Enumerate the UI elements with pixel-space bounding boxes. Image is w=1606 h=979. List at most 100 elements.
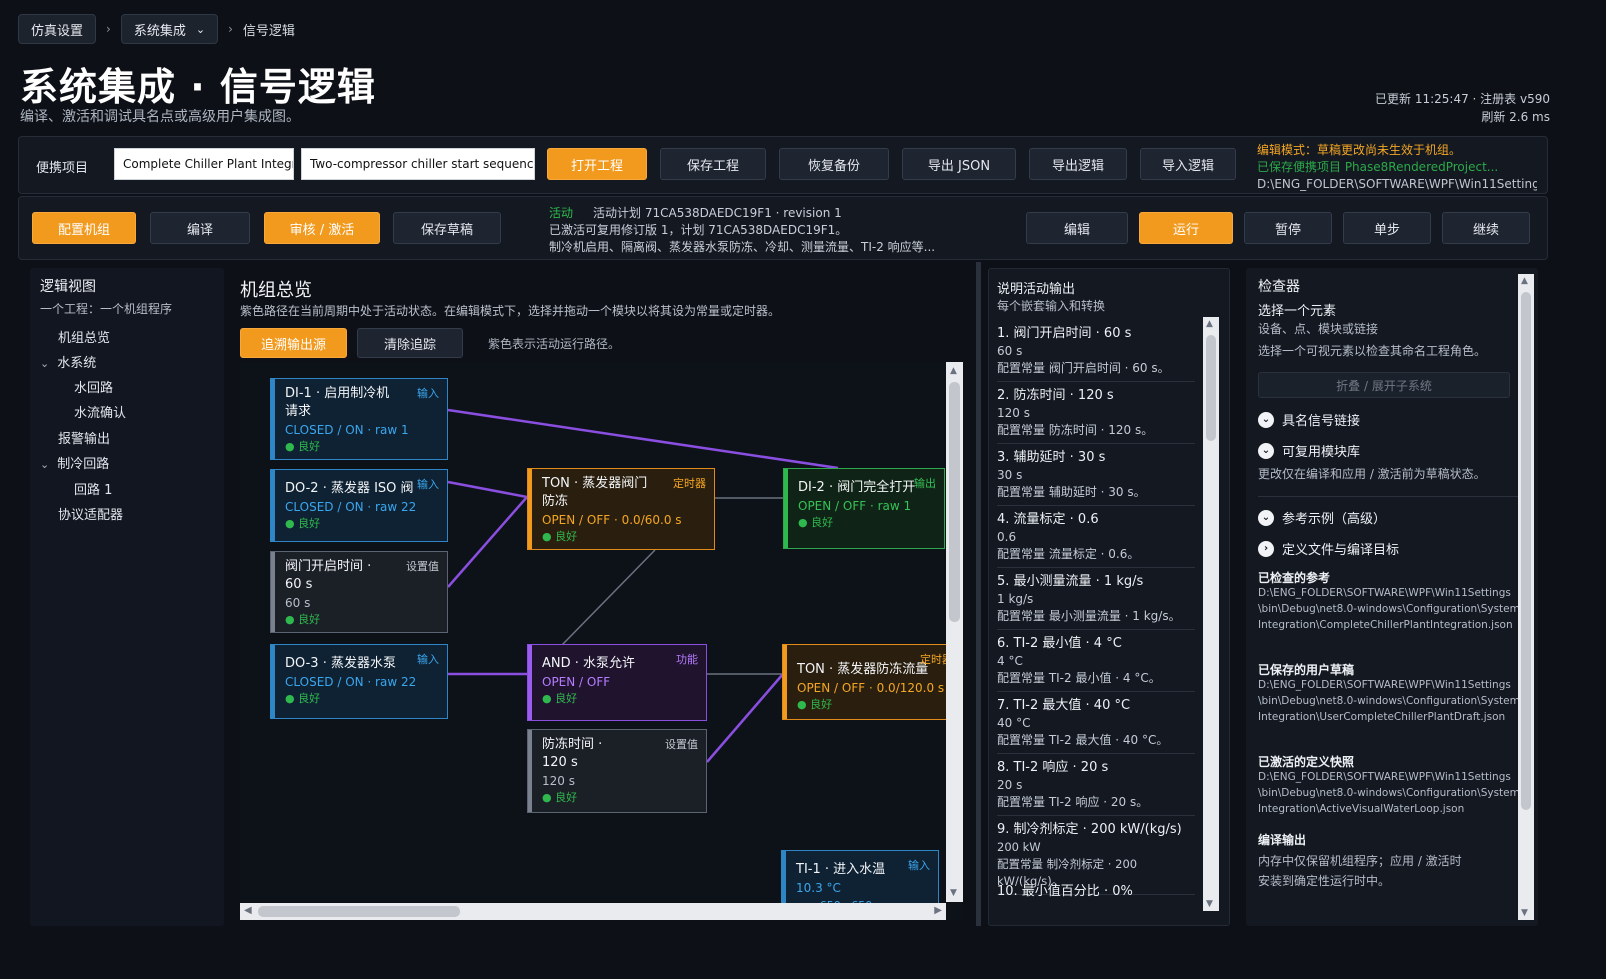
link-ton1-and1[interactable] <box>561 549 656 646</box>
link-di1-di2[interactable] <box>447 408 839 470</box>
edit-button[interactable]: 编辑 <box>1026 212 1128 244</box>
nav-item-flow-confirm[interactable]: 水流确认 <box>74 402 126 421</box>
output-item[interactable]: 5. 最小测量流量 · 1 kg/s 1 kg/s 配置常量 最小测量流量 · 1 … <box>997 573 1195 630</box>
canvas-horizontal-scrollbar[interactable]: ◀ ▶ <box>240 903 946 920</box>
breadcrumb: 仿真设置 › 系统集成 ⌄ › 信号逻辑 <box>18 14 295 44</box>
logic-canvas[interactable]: 输入 DI-1 · 启用制冷机 请求 CLOSED / ON · raw 1 ●… <box>240 362 963 920</box>
output-item[interactable]: 6. TI-2 最小值 · 4 °C 4 °C 配置常量 TI-2 最小值 · 4 … <box>997 635 1195 692</box>
node-di2[interactable]: 输出 DI-2 · 阀门完全打开 OPEN / OFF · raw 1 ● 良好 <box>783 468 945 549</box>
logic-view-subtitle: 一个工程：一个机组程序 <box>40 302 173 316</box>
continue-button[interactable]: 继续 <box>1442 212 1530 244</box>
open-project-button[interactable]: 打开工程 <box>547 148 647 180</box>
node-do3[interactable]: 输入 DO-3 · 蒸发器水泵 CLOSED / ON · raw 22 ● 良… <box>270 644 448 719</box>
output-item[interactable]: 10. 最小值百分比 · 0% <box>997 883 1195 905</box>
activity-status: 活动 活动计划 71CA538DAEDC19F1 · revision 1 已激活… <box>549 205 935 256</box>
project-description-field[interactable]: Two-compressor chiller start sequence, r <box>301 148 535 180</box>
node-ton-valve-freeze[interactable]: 定时器 TON · 蒸发器阀门 防冻 OPEN / OFF · 0.0/60.0… <box>527 468 715 550</box>
trace-note: 紫色表示活动运行路径。 <box>488 337 621 351</box>
logic-view-panel: 逻辑视图 一个工程：一个机组程序 机组总览 ⌄ 水系统 水回路 水流确认 报警输出… <box>30 268 224 926</box>
reusable-module-library-toggle[interactable]: ⌄ 可复用模块库 <box>1258 441 1360 460</box>
activation-details: 制冷机启用、隔离阀、蒸发器水泵防冻、冷却、测量流量、TI-2 响应等... <box>549 240 936 254</box>
nav-item-water-system[interactable]: ⌄ 水系统 <box>40 352 96 371</box>
pause-button[interactable]: 暂停 <box>1244 212 1332 244</box>
node-ton-freeze-flow[interactable]: 定时器 TON · 蒸发器防冻流量 OPEN / OFF · 0.0/120.0… <box>782 644 962 720</box>
output-item[interactable]: 4. 流量标定 · 0.6 0.6 配置常量 流量标定 · 0.6。 <box>997 511 1195 568</box>
outputs-scroll-thumb[interactable] <box>1206 335 1216 441</box>
nav-item-water-loop[interactable]: 水回路 <box>74 377 113 396</box>
output-item[interactable]: 3. 辅助延时 · 30 s 30 s 配置常量 辅助延时 · 30 s。 <box>997 449 1195 506</box>
outputs-title: 说明活动输出 <box>997 282 1076 297</box>
configure-plant-button[interactable]: 配置机组 <box>32 212 136 244</box>
compile-output-heading: 编译输出 <box>1258 833 1307 847</box>
overview-subtitle: 紫色路径在当前周期中处于活动状态。在编辑模式下，选择并拖动一个模块以将其设为常量… <box>240 304 781 318</box>
crumb-separator-icon: › <box>106 22 111 36</box>
import-logic-button[interactable]: 导入逻辑 <box>1140 148 1236 180</box>
inspector-scroll-thumb[interactable] <box>1521 292 1531 810</box>
reference-examples-toggle[interactable]: ⌄ 参考示例（高级） <box>1258 508 1386 527</box>
scroll-up-icon[interactable]: ▲ <box>1206 319 1213 329</box>
scroll-down-icon[interactable]: ▼ <box>1206 899 1213 909</box>
active-outputs-panel: 说明活动输出 每个嵌套输入和转换 1. 阀门开启时间 · 60 s 60 s 配置常… <box>988 268 1230 926</box>
export-logic-button[interactable]: 导出逻辑 <box>1029 148 1127 180</box>
run-button[interactable]: 运行 <box>1139 212 1233 244</box>
nav-item-refrigeration-loop[interactable]: ⌄ 制冷回路 <box>40 453 109 472</box>
chevron-down-icon: ⌄ <box>40 357 50 370</box>
export-json-button[interactable]: 导出 JSON <box>902 148 1016 180</box>
nav-item-alarm-output[interactable]: 报警输出 <box>58 428 110 447</box>
canvas-vertical-scrollbar[interactable]: ▲ ▼ <box>946 362 963 902</box>
collapse-expand-button[interactable]: 折叠 / 展开子系统 <box>1258 372 1510 398</box>
edit-mode-status: 编辑模式：草稿更改尚未生效于机组。 已保存便携项目 Phase8Rendered… <box>1257 142 1537 193</box>
scroll-right-icon[interactable]: ▶ <box>934 905 942 916</box>
splitter-handle[interactable] <box>976 262 981 926</box>
page-subtitle: 编译、激活和调试具名点或高级用户集成图。 <box>20 109 300 125</box>
portable-project-label: 便携项目 <box>36 161 89 176</box>
nav-item-protocol-adapter[interactable]: 协议适配器 <box>58 504 123 523</box>
chevron-down-icon: ⌄ <box>195 22 206 36</box>
node-and-pump-allow[interactable]: 功能 AND · 水泵允许 OPEN / OFF ● 良好 <box>527 644 707 721</box>
output-item[interactable]: 8. TI-2 响应 · 20 s 20 s 配置常量 TI-2 响应 · 20 s… <box>997 759 1195 816</box>
chevron-down-icon: ⌄ <box>1258 442 1274 459</box>
nav-item-plant-overview[interactable]: 机组总览 <box>58 327 110 346</box>
save-project-button[interactable]: 保存工程 <box>660 148 766 180</box>
trace-source-button[interactable]: 追溯输出源 <box>240 328 347 358</box>
nav-item-loop-1[interactable]: 回路 1 <box>74 479 112 498</box>
outputs-scrollbar[interactable]: ▲ ▼ <box>1203 317 1219 911</box>
named-signal-link-toggle[interactable]: ⌄ 具名信号链接 <box>1258 410 1360 429</box>
edit-mode-warning: 编辑模式：草稿更改尚未生效于机组。 <box>1257 143 1462 157</box>
output-item[interactable]: 1. 阀门开启时间 · 60 s 60 s 配置常量 阀门开启时间 · 60 s。 <box>997 325 1195 382</box>
review-activate-button[interactable]: 审核 / 激活 <box>264 212 380 244</box>
last-updated: 已更新 11:25:47 · 注册表 v590 <box>1375 92 1550 106</box>
project-name-field[interactable]: Complete Chiller Plant Integra <box>114 148 294 180</box>
step-button[interactable]: 单步 <box>1343 212 1431 244</box>
canvas-hscroll-thumb[interactable] <box>258 906 460 917</box>
canvas-vscroll-thumb[interactable] <box>949 382 960 622</box>
output-item[interactable]: 7. TI-2 最大值 · 40 °C 40 °C 配置常量 TI-2 最大值 · … <box>997 697 1195 754</box>
link-freeze-ton2[interactable] <box>706 673 784 763</box>
scroll-left-icon[interactable]: ◀ <box>244 905 252 916</box>
saved-project-path: D:\ENG_FOLDER\SOFTWARE\WPF\Win11Setting.… <box>1257 177 1537 191</box>
node-freeze-time[interactable]: 设置值 防冻时间 · 120 s 120 s ● 良好 <box>527 729 707 813</box>
node-do2[interactable]: 输入 DO-2 · 蒸发器 ISO 阀 CLOSED / ON · raw 22… <box>270 469 448 542</box>
scroll-down-icon[interactable]: ▼ <box>1521 908 1528 918</box>
chevron-right-icon: › <box>1258 540 1274 557</box>
compile-button[interactable]: 编译 <box>150 212 250 244</box>
save-draft-button[interactable]: 保存草稿 <box>393 212 501 244</box>
scroll-up-icon[interactable]: ▲ <box>1521 276 1528 286</box>
restore-backup-button[interactable]: 恢复备份 <box>779 148 889 180</box>
crumb-system-integration-dropdown[interactable]: 系统集成 ⌄ <box>120 14 219 44</box>
scroll-down-icon[interactable]: ▼ <box>950 888 957 898</box>
node-di1[interactable]: 输入 DI-1 · 启用制冷机 请求 CLOSED / ON · raw 1 ●… <box>270 378 448 460</box>
scroll-up-icon[interactable]: ▲ <box>950 366 957 376</box>
saved-draft-heading: 已保存的用户草稿 <box>1258 663 1355 677</box>
chevron-down-icon: ⌄ <box>40 458 50 471</box>
clear-trace-button[interactable]: 清除追踪 <box>357 328 463 358</box>
inspector-scrollbar[interactable]: ▲ ▼ <box>1518 274 1534 920</box>
saved-project-status: 已保存便携项目 Phase8RenderedProject... <box>1257 160 1499 174</box>
select-element-sub: 设备、点、模块或链接 <box>1258 322 1379 336</box>
link-valve-ton1[interactable] <box>447 496 528 588</box>
output-item[interactable]: 2. 防冻时间 · 120 s 120 s 配置常量 防冻时间 · 120 s。 <box>997 387 1195 444</box>
crumb-simulation-settings[interactable]: 仿真设置 <box>18 14 97 44</box>
node-valve-open-time[interactable]: 设置值 阀门开启时间 · 60 s 60 s ● 良好 <box>270 551 448 633</box>
link-do2-ton1[interactable] <box>447 480 528 499</box>
definition-files-toggle[interactable]: › 定义文件与编译目标 <box>1258 539 1399 558</box>
